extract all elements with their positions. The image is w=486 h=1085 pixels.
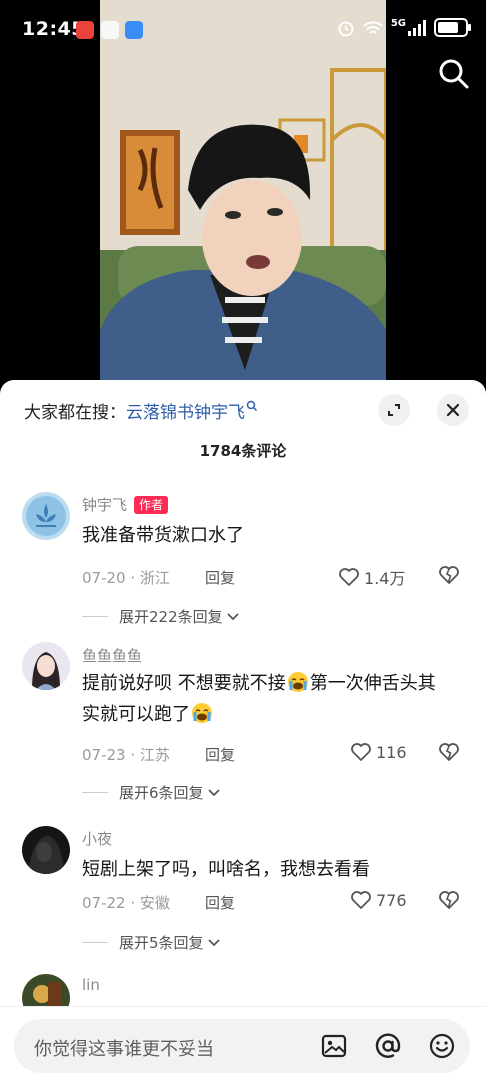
status-bar: 12:45 5G xyxy=(0,0,486,62)
crying-emoji-icon xyxy=(192,703,212,723)
avatar[interactable] xyxy=(22,642,70,690)
comment-input[interactable]: 你觉得这事谁更不妥当 xyxy=(14,1019,470,1073)
broken-heart-icon xyxy=(439,566,459,584)
app-notification-icon-2 xyxy=(125,21,143,39)
heart-icon xyxy=(339,568,359,586)
like-count: 776 xyxy=(376,890,407,910)
hot-search-prefix: 大家都在搜： xyxy=(24,403,126,423)
chevron-down-icon xyxy=(207,938,220,946)
broken-heart-icon xyxy=(439,743,459,761)
comment-input-placeholder: 你觉得这事谁更不妥当 xyxy=(34,1039,214,1060)
reply-button[interactable]: 回复 xyxy=(205,567,235,588)
close-icon xyxy=(446,403,460,417)
wifi-icon xyxy=(363,20,383,34)
alarm-icon xyxy=(338,21,354,36)
dislike-button[interactable] xyxy=(438,565,460,589)
author-name: 钟宇飞 xyxy=(82,496,128,514)
expand-replies-label: 展开5条回复 xyxy=(119,934,204,952)
broken-heart-icon xyxy=(439,891,459,909)
comment-text-part1: 提前说好呗 不想要就不接 xyxy=(82,673,286,694)
hot-search-bar[interactable]: 大家都在搜：云落锦书钟宇飞 xyxy=(24,398,258,423)
like-button[interactable]: 1.4万 xyxy=(338,565,405,589)
avatar[interactable] xyxy=(22,492,70,540)
dislike-button[interactable] xyxy=(438,742,460,766)
battery-icon xyxy=(434,18,471,37)
network-label: 5G xyxy=(390,18,406,29)
heart-icon xyxy=(351,891,371,909)
comment-location: 浙江 xyxy=(139,569,170,587)
hot-search-keyword[interactable]: 云落锦书钟宇飞 xyxy=(126,403,245,423)
fullscreen-button[interactable] xyxy=(378,394,410,426)
expand-replies-button[interactable]: 展开222条回复 xyxy=(82,606,240,627)
reply-button[interactable]: 回复 xyxy=(205,892,235,913)
comment-date: 07-22 xyxy=(82,894,126,912)
author-badge: 作者 xyxy=(134,495,169,514)
like-count: 116 xyxy=(376,742,407,762)
comment-author[interactable]: lin xyxy=(82,976,100,994)
like-button[interactable]: 776 xyxy=(350,890,407,910)
comment-meta: 07-22 · 安徽 xyxy=(82,894,170,912)
comment-location: 安徽 xyxy=(139,894,170,912)
crying-emoji-icon xyxy=(287,672,308,692)
search-button[interactable] xyxy=(438,58,470,94)
mention-button[interactable] xyxy=(374,1032,402,1064)
like-button[interactable]: 116 xyxy=(350,742,407,762)
expand-replies-button[interactable]: 展开5条回复 xyxy=(82,932,221,953)
expand-replies-label: 展开6条回复 xyxy=(119,784,204,802)
author-name: 鱼鱼鱼鱼 xyxy=(82,647,143,665)
comment-date: 07-20 xyxy=(82,569,126,587)
weibo-notification-icon xyxy=(101,21,119,39)
comment-author[interactable]: 鱼鱼鱼鱼 xyxy=(82,645,142,666)
image-icon xyxy=(321,1034,347,1058)
author-name: 小夜 xyxy=(82,830,113,848)
close-button[interactable] xyxy=(437,394,469,426)
emoji-button[interactable] xyxy=(428,1032,456,1064)
app-notification-icon xyxy=(76,21,94,39)
comment-meta: 07-20 · 浙江 xyxy=(82,569,170,587)
avatar[interactable] xyxy=(22,826,70,874)
comment-text: 提前说好呗 不想要就不接 第一次伸舌头其实就可以跑了 xyxy=(82,668,442,730)
comment-date: 07-23 xyxy=(82,746,126,764)
comment-author[interactable]: 小夜 xyxy=(82,828,112,849)
at-icon xyxy=(375,1033,401,1058)
comment-text: 我准备带货漱口水了 xyxy=(82,525,244,546)
heart-icon xyxy=(351,743,371,761)
reply-button[interactable]: 回复 xyxy=(205,744,235,765)
expand-replies-button[interactable]: 展开6条回复 xyxy=(82,782,221,803)
image-button[interactable] xyxy=(320,1032,348,1064)
search-icon xyxy=(439,59,469,89)
comment-meta: 07-23 · 江苏 xyxy=(82,746,170,764)
expand-icon xyxy=(388,404,400,416)
comment-author[interactable]: 钟宇飞 作者 xyxy=(82,494,169,515)
signal-icon xyxy=(408,19,426,36)
comment-location: 江苏 xyxy=(139,746,170,764)
author-name: lin xyxy=(82,976,100,994)
expand-replies-label: 展开222条回复 xyxy=(119,608,223,626)
emoji-icon xyxy=(429,1033,455,1059)
chevron-down-icon xyxy=(227,612,239,620)
dislike-button[interactable] xyxy=(438,890,460,914)
chevron-down-icon xyxy=(207,788,220,796)
comment-sheet: 大家都在搜：云落锦书钟宇飞 1784条评论 钟宇飞 作者 我准备带货漱口水了 0… xyxy=(0,380,486,1084)
like-count: 1.4万 xyxy=(364,569,406,588)
comment-text: 短剧上架了吗，叫啥名，我想去看看 xyxy=(82,859,370,880)
small-search-icon xyxy=(246,400,258,412)
comment-count: 1784条评论 xyxy=(199,442,287,460)
